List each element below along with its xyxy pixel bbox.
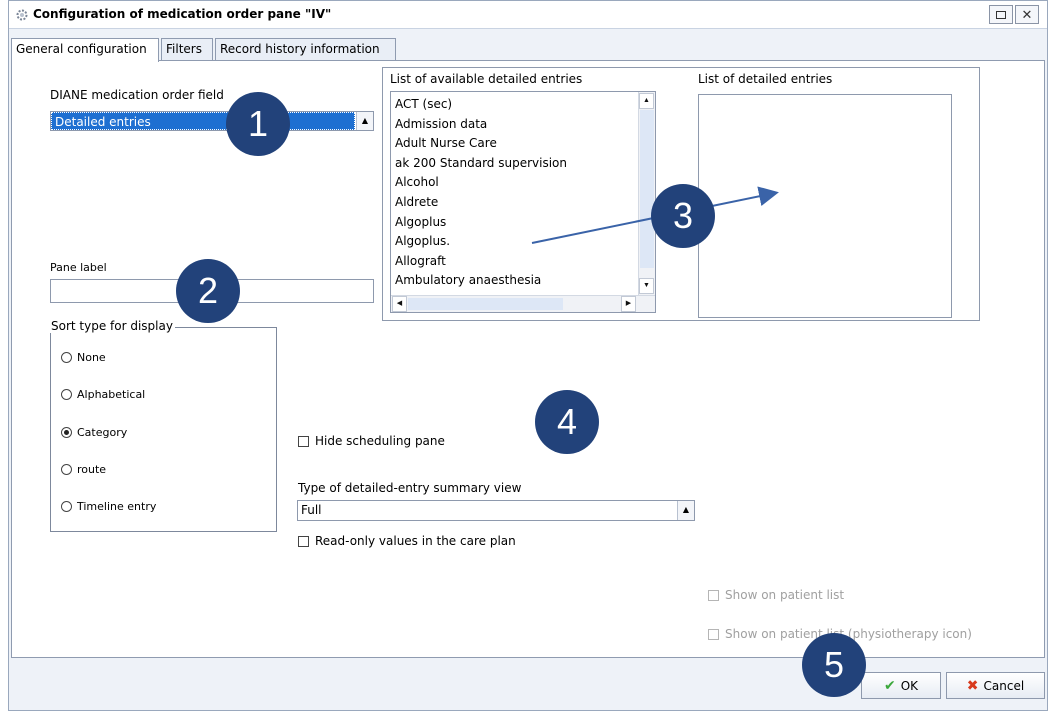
annotation-badge-2: 2 [176, 259, 240, 323]
annotation-badge-1: 1 [226, 92, 290, 156]
annotation-badge-4: 4 [535, 390, 599, 454]
callout-arrow [531, 186, 779, 244]
annotation-badge-3: 3 [651, 184, 715, 248]
annotation-badge-5: 5 [802, 633, 866, 697]
